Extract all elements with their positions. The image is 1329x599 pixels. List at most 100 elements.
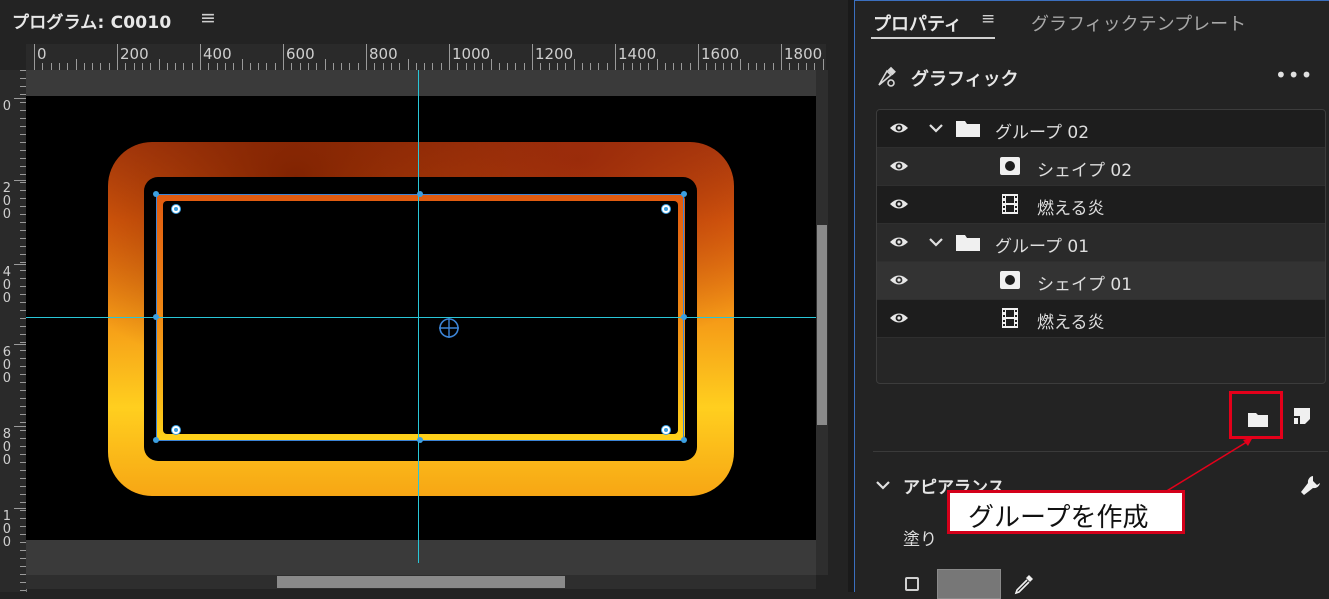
layer-label: 燃える炎: [1037, 313, 1105, 333]
ruler-minor-tick: [141, 63, 143, 70]
panel-menu-icon[interactable]: ≡: [981, 9, 995, 29]
ruler-major-tick: [14, 264, 26, 265]
selection-handle-top[interactable]: [417, 191, 423, 197]
ruler-minor-tick: [457, 63, 459, 70]
selection-handle-bottom[interactable]: [417, 437, 423, 443]
highlight-box: [1229, 391, 1283, 439]
ruler-major-tick: [14, 344, 26, 345]
ruler-label: 1600: [701, 45, 740, 63]
corner-radius-knob[interactable]: [661, 204, 671, 214]
ruler-major-tick: [14, 180, 26, 181]
corner-radius-knob[interactable]: [171, 425, 181, 435]
fill-label: 塗り: [903, 530, 937, 550]
ruler-major-tick: [449, 44, 450, 70]
selection-handle-bottom-right[interactable]: [681, 437, 687, 443]
ruler-minor-tick: [805, 63, 807, 70]
ruler-minor-tick: [83, 63, 85, 70]
film-clip-icon: [1002, 194, 1018, 214]
layer-list: グループ 02 シェイプ 02 燃える炎 グループ 01 シェイプ 01 燃える…: [876, 109, 1326, 384]
layer-row-shape[interactable]: シェイプ 02: [877, 148, 1325, 186]
eye-icon[interactable]: [889, 234, 909, 250]
layer-row-clip[interactable]: 燃える炎: [877, 300, 1325, 338]
ruler-major-tick: [117, 44, 118, 70]
chevron-down-icon[interactable]: [927, 233, 945, 251]
fill-checkbox[interactable]: [905, 577, 919, 591]
ruler-minor-tick: [432, 63, 434, 70]
ruler-minor-tick: [498, 63, 500, 70]
ruler-label: 800: [2, 427, 11, 468]
selection-bounding-box[interactable]: [156, 194, 684, 441]
ruler-minor-tick: [191, 63, 193, 70]
ruler-minor-tick: [731, 63, 733, 70]
selection-handle-left[interactable]: [153, 314, 159, 320]
ruler-minor-tick: [291, 63, 293, 70]
chevron-down-icon[interactable]: [927, 119, 945, 137]
wrench-icon[interactable]: [1299, 473, 1323, 497]
ruler-major-tick: [532, 44, 533, 70]
chevron-down-icon[interactable]: [875, 477, 891, 493]
eye-icon[interactable]: [889, 158, 909, 174]
ruler-minor-tick: [407, 59, 409, 70]
program-monitor: プログラム: C0010 ≡ 0 200 400 600 800 1000 1200 1400…: [0, 0, 845, 592]
ruler-minor-tick: [224, 63, 226, 70]
ruler-major-tick: [14, 98, 26, 99]
layer-row-group[interactable]: グループ 02: [877, 110, 1325, 148]
ruler-minor-tick: [648, 63, 650, 70]
horizontal-ruler: 0 200 400 600 800 1000 1200 1400 1600 1800: [26, 44, 826, 71]
new-layer-icon[interactable]: [1291, 405, 1313, 427]
ruler-major-tick: [14, 426, 26, 427]
anchor-point-icon[interactable]: [438, 317, 460, 339]
layer-label: シェイプ 02: [1037, 161, 1133, 181]
more-options-icon[interactable]: •••: [1275, 63, 1313, 87]
selection-handle-bottom-left[interactable]: [153, 437, 159, 443]
layer-label: 燃える炎: [1037, 199, 1105, 219]
tab-graphic-templates[interactable]: グラフィックテンプレート: [1031, 10, 1246, 36]
ruler-minor-tick: [108, 63, 110, 70]
ruler-minor-tick: [183, 63, 185, 70]
eye-icon[interactable]: [889, 310, 909, 326]
tab-properties[interactable]: プロパティ: [873, 10, 962, 36]
ruler-minor-tick: [399, 63, 401, 70]
ruler-minor-tick: [772, 63, 774, 70]
selection-handle-top-left[interactable]: [153, 191, 159, 197]
ruler-minor-tick: [58, 63, 60, 70]
ruler-minor-tick: [581, 63, 583, 70]
ruler-minor-tick: [540, 63, 542, 70]
ruler-label: 200: [2, 181, 11, 222]
ruler-minor-tick: [233, 63, 235, 70]
ruler-minor-tick: [50, 63, 52, 70]
corner-radius-knob[interactable]: [661, 425, 671, 435]
ruler-label: 1000: [452, 45, 491, 63]
ruler-major-tick: [283, 44, 284, 70]
ruler-label: 1800: [784, 45, 823, 63]
corner-radius-knob[interactable]: [171, 204, 181, 214]
layer-label: グループ 02: [995, 123, 1090, 143]
ruler-minor-tick: [266, 63, 268, 70]
program-title: プログラム: C0010: [12, 13, 172, 33]
ruler-minor-tick: [440, 63, 442, 70]
ruler-minor-tick: [415, 63, 417, 70]
ruler-minor-tick: [681, 63, 683, 70]
fill-color-swatch[interactable]: [937, 569, 1001, 599]
selection-handle-right[interactable]: [681, 314, 687, 320]
selection-handle-top-right[interactable]: [681, 191, 687, 197]
ruler-minor-tick: [822, 59, 824, 70]
ruler-minor-tick: [739, 59, 741, 70]
eye-icon[interactable]: [889, 120, 909, 136]
ruler-minor-tick: [573, 59, 575, 70]
section-separator: [873, 451, 1328, 452]
program-menu-icon[interactable]: ≡: [200, 7, 216, 29]
layer-row-group[interactable]: グループ 01: [877, 224, 1325, 262]
layer-row-shape[interactable]: シェイプ 01: [877, 262, 1325, 300]
eye-icon[interactable]: [889, 272, 909, 288]
ruler-minor-tick: [249, 63, 251, 70]
ruler-minor-tick: [258, 63, 260, 70]
ruler-label: 800: [369, 45, 398, 63]
layer-row-clip[interactable]: 燃える炎: [877, 186, 1325, 224]
horizontal-scroll-thumb[interactable]: [277, 576, 565, 588]
eye-icon[interactable]: [889, 196, 909, 212]
ruler-label: 400: [2, 265, 11, 306]
ruler-minor-tick: [42, 63, 44, 70]
vertical-scroll-thumb[interactable]: [817, 225, 827, 425]
layer-label: シェイプ 01: [1037, 275, 1133, 295]
